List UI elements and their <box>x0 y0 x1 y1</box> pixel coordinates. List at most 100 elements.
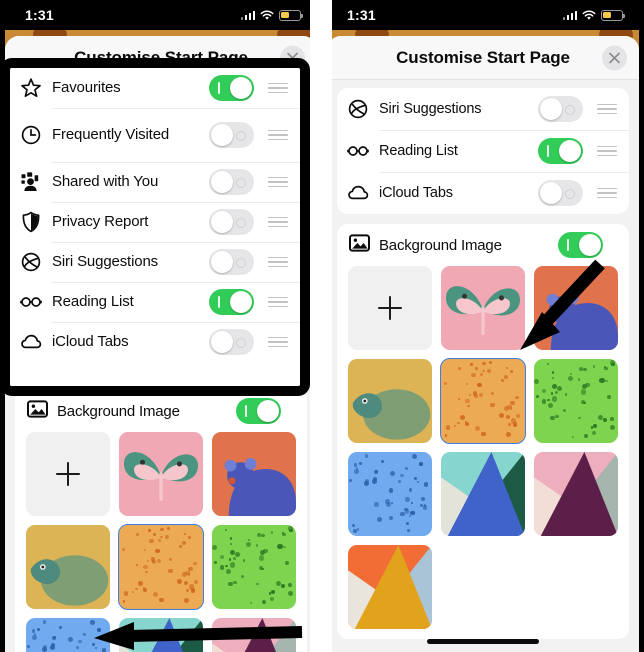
page-title: Customise Start Page <box>396 47 570 67</box>
thumbnail-bear-orange-blue[interactable] <box>212 432 296 516</box>
background-image-label: Background Image <box>57 402 180 420</box>
list-item-toggle[interactable] <box>209 169 254 195</box>
list-item-toggle[interactable] <box>209 289 254 315</box>
list-item-frequently-visited[interactable]: Frequently Visited <box>10 108 300 162</box>
people-icon <box>21 172 39 191</box>
thumbnail-pink-purple-fan[interactable] <box>212 618 296 652</box>
photo-icon <box>349 233 379 257</box>
list-item-toggle[interactable] <box>538 96 583 122</box>
glasses-icon <box>347 140 379 162</box>
thumbnail-pink-purple-fan[interactable] <box>534 452 618 536</box>
list-item-label: iCloud Tabs <box>379 184 453 201</box>
list-item-toggle[interactable] <box>209 209 254 235</box>
list-item-label: Siri Suggestions <box>379 100 482 117</box>
shield-icon <box>20 211 52 233</box>
thumbnail-orange-dots[interactable] <box>440 358 526 444</box>
thumbnail-bear-orange-blue[interactable] <box>534 266 618 350</box>
sheet-body-right: Siri Suggestions Reading List iCloud Tabs … <box>327 80 639 652</box>
photo-icon <box>27 399 57 423</box>
list-item-favourites[interactable]: Favourites <box>10 68 300 108</box>
thumbnail-green-dots[interactable] <box>534 359 618 443</box>
cellular-bars-icon <box>562 10 577 20</box>
list-item-toggle[interactable] <box>538 138 583 164</box>
siri-icon <box>21 252 41 272</box>
thumbnail-tortoise-gold[interactable] <box>348 359 432 443</box>
close-icon <box>609 52 620 63</box>
list-item-icloud-tabs[interactable]: iCloud Tabs <box>337 172 629 214</box>
drag-handle-icon[interactable] <box>268 82 288 94</box>
list-item-toggle[interactable] <box>538 180 583 206</box>
glasses-icon <box>20 291 52 313</box>
drag-handle-icon[interactable] <box>268 296 288 308</box>
cloud-icon <box>20 331 52 353</box>
drag-handle-icon[interactable] <box>268 336 288 348</box>
thumbnail-blue-dots[interactable] <box>348 452 432 536</box>
battery-low-power-icon <box>601 9 625 21</box>
thumbnail-teal-blue-fan[interactable] <box>441 452 525 536</box>
background-image-card-left: Background Image <box>15 390 307 652</box>
glasses-icon <box>347 146 369 156</box>
list-item-label: Shared with You <box>52 173 159 191</box>
people-icon <box>20 171 52 193</box>
clock-icon <box>21 125 41 145</box>
wifi-icon <box>582 9 596 21</box>
drag-handle-icon[interactable] <box>268 216 288 228</box>
drag-handle-icon[interactable] <box>597 103 617 115</box>
wifi-icon <box>260 9 274 21</box>
right-phone-panel: 1:31 Customise Start Page Siri Suggestio… <box>322 0 644 652</box>
thumbnail-teal-blue-fan[interactable] <box>119 618 203 652</box>
background-image-toggle[interactable] <box>236 398 281 424</box>
list-item-toggle[interactable] <box>209 329 254 355</box>
list-item-label: Reading List <box>379 142 458 159</box>
cellular-bars-icon <box>240 10 255 20</box>
thumbnail-butterfly-pink[interactable] <box>441 266 525 350</box>
list-item-reading-list[interactable]: Reading List <box>10 282 300 322</box>
panel-gutter <box>310 0 332 652</box>
siri-icon <box>347 98 379 120</box>
status-indicators <box>562 9 625 21</box>
thumbnail-tortoise-gold[interactable] <box>26 525 110 609</box>
glasses-icon <box>20 297 42 307</box>
cloud-icon <box>347 182 379 204</box>
list-item-siri-suggestions[interactable]: Siri Suggestions <box>337 88 629 130</box>
customise-sheet-right: Customise Start Page Siri Suggestions Rea… <box>327 36 639 652</box>
thumbnail-add-photo[interactable] <box>26 432 110 516</box>
right-phone-screen: 1:31 Customise Start Page Siri Suggestio… <box>327 0 639 652</box>
list-item-privacy-report[interactable]: Privacy Report <box>10 202 300 242</box>
thumbnail-add-photo[interactable] <box>348 266 432 350</box>
siri-icon <box>20 251 52 273</box>
thumbnail-butterfly-pink[interactable] <box>119 432 203 516</box>
drag-handle-icon[interactable] <box>597 187 617 199</box>
drag-handle-icon[interactable] <box>268 129 288 141</box>
thumbnail-orange-gold-fan[interactable] <box>348 545 432 629</box>
list-item-toggle[interactable] <box>209 122 254 148</box>
screenshot-root: 1:31 Customise Start Page Background Ima… <box>0 0 644 652</box>
thumbnail-green-dots[interactable] <box>212 525 296 609</box>
cloud-icon <box>21 334 42 349</box>
background-image-label: Background Image <box>379 236 502 254</box>
battery-low-power-icon <box>279 9 303 21</box>
status-bar-right: 1:31 <box>327 0 639 30</box>
background-image-toggle[interactable] <box>558 232 603 258</box>
close-button[interactable] <box>602 45 627 70</box>
list-item-toggle[interactable] <box>209 75 254 101</box>
home-indicator <box>427 639 539 644</box>
add-photo-icon <box>378 296 402 320</box>
list-item-icloud-tabs[interactable]: iCloud Tabs <box>10 322 300 362</box>
cloud-icon <box>348 185 369 200</box>
drag-handle-icon[interactable] <box>268 176 288 188</box>
status-time: 1:31 <box>347 7 376 23</box>
status-bar-left: 1:31 <box>5 0 317 30</box>
list-item-label: Siri Suggestions <box>52 253 158 271</box>
list-item-reading-list[interactable]: Reading List <box>337 130 629 172</box>
list-item-label: iCloud Tabs <box>52 333 129 351</box>
list-item-toggle[interactable] <box>209 249 254 275</box>
list-item-siri-suggestions[interactable]: Siri Suggestions <box>10 242 300 282</box>
list-item-shared-with-you[interactable]: Shared with You <box>10 162 300 202</box>
status-indicators <box>240 9 303 21</box>
drag-handle-icon[interactable] <box>597 145 617 157</box>
drag-handle-icon[interactable] <box>268 256 288 268</box>
thumbnail-blue-dots[interactable] <box>26 618 110 652</box>
thumbnail-orange-dots[interactable] <box>118 524 204 610</box>
sheet-header-right: Customise Start Page <box>327 36 639 80</box>
